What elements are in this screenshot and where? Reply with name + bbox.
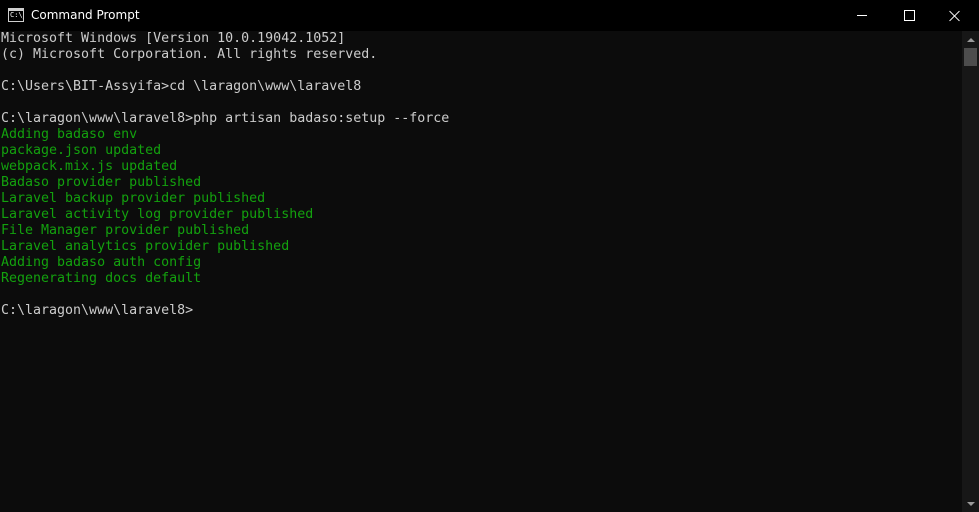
close-button[interactable] bbox=[932, 0, 978, 31]
console-line: Laravel activity log provider published bbox=[1, 207, 314, 222]
console-line: C:\Users\BIT-Assyifa>cd \laragon\www\lar… bbox=[1, 79, 362, 94]
window-title: Command Prompt bbox=[31, 8, 140, 22]
arrow-up-icon bbox=[966, 37, 975, 42]
title-bar[interactable]: C:\_ Command Prompt bbox=[0, 0, 979, 31]
arrow-down-icon bbox=[966, 501, 975, 506]
console-line: Microsoft Windows [Version 10.0.19042.10… bbox=[1, 31, 346, 46]
minimize-button[interactable] bbox=[839, 0, 885, 31]
console-line: Laravel backup provider published bbox=[1, 191, 266, 206]
console-line: Adding badaso env bbox=[1, 127, 138, 142]
console-line: C:\laragon\www\laravel8> bbox=[1, 303, 194, 318]
command-prompt-window: C:\_ Command Prompt Microsoft Windows [V… bbox=[0, 0, 979, 512]
console-line: Regenerating docs default bbox=[1, 271, 202, 286]
maximize-button[interactable] bbox=[886, 0, 932, 31]
console-line: Badaso provider published bbox=[1, 175, 202, 190]
console-line: File Manager provider published bbox=[1, 223, 250, 238]
scroll-thumb[interactable] bbox=[964, 48, 977, 66]
cmd-icon[interactable]: C:\_ bbox=[8, 8, 24, 22]
console-line: (c) Microsoft Corporation. All rights re… bbox=[1, 47, 378, 62]
console-line: C:\laragon\www\laravel8>php artisan bada… bbox=[1, 111, 450, 126]
maximize-icon bbox=[903, 10, 915, 21]
scroll-up-button[interactable] bbox=[962, 31, 979, 48]
scroll-down-button[interactable] bbox=[962, 495, 979, 512]
console-output[interactable]: Microsoft Windows [Version 10.0.19042.10… bbox=[0, 31, 962, 512]
console-line: Laravel analytics provider published bbox=[1, 239, 290, 254]
vertical-scrollbar[interactable] bbox=[962, 31, 979, 512]
console-line: package.json updated bbox=[1, 143, 162, 158]
close-icon bbox=[949, 10, 961, 22]
minimize-icon bbox=[857, 15, 867, 16]
console-line: Adding badaso auth config bbox=[1, 255, 202, 270]
console-line: webpack.mix.js updated bbox=[1, 159, 178, 174]
